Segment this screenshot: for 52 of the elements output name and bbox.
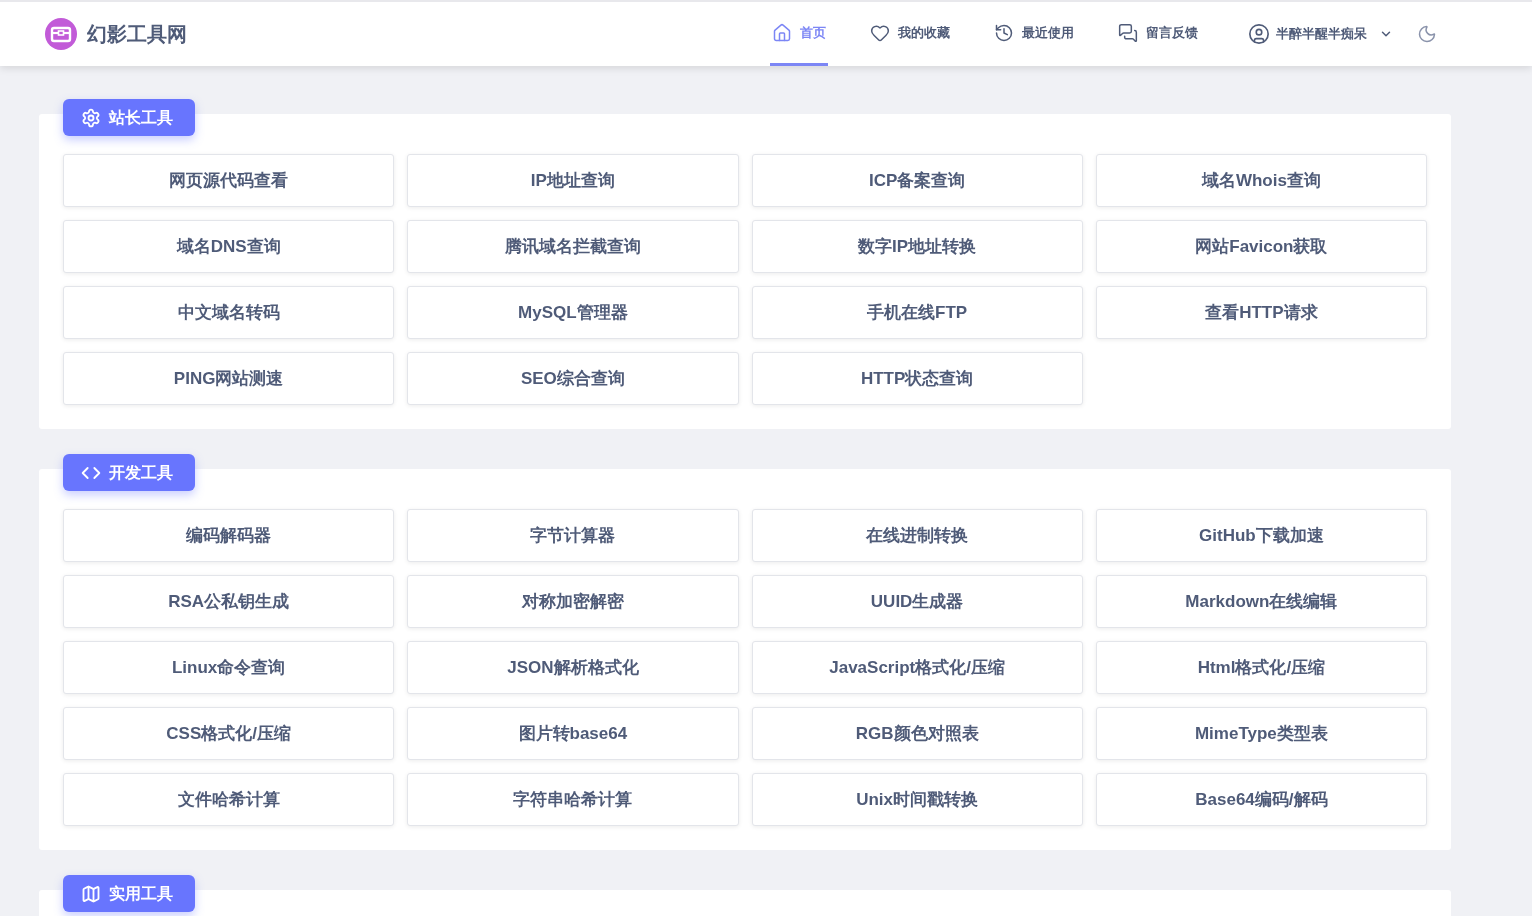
tool-button[interactable]: GitHub下载加速 (1095, 509, 1427, 562)
tool-button[interactable]: MimeType类型表 (1095, 707, 1427, 760)
user-icon (1248, 23, 1270, 45)
tool-button[interactable]: 编码解码器 (63, 509, 395, 562)
tool-button[interactable]: 查看HTTP请求 (1095, 286, 1427, 339)
tool-button[interactable]: RGB颜色对照表 (751, 707, 1083, 760)
tool-button[interactable]: 字符串哈希计算 (407, 773, 739, 826)
tool-button[interactable]: Linux命令查询 (63, 641, 395, 694)
tool-button[interactable]: RSA公私钥生成 (63, 575, 395, 628)
site-title[interactable]: 幻影工具网 (87, 19, 187, 49)
history-icon (994, 22, 1014, 43)
tool-button[interactable]: 在线进制转换 (751, 509, 1083, 562)
tool-button[interactable]: ICP备案查询 (751, 154, 1083, 207)
tool-button[interactable]: IP地址查询 (407, 154, 739, 207)
tool-button[interactable]: 网站Favicon获取 (1095, 220, 1427, 273)
nav-link[interactable]: 我的收藏 (868, 2, 952, 66)
heart-icon (870, 22, 890, 43)
nav-link[interactable]: 最近使用 (992, 2, 1076, 66)
tool-button[interactable]: SEO综合查询 (407, 352, 739, 405)
tool-button[interactable]: JavaScript格式化/压缩 (751, 641, 1083, 694)
tool-button[interactable]: 域名DNS查询 (63, 220, 395, 273)
section-badge: 实用工具 (63, 875, 195, 912)
tool-button[interactable]: 腾讯域名拦截查询 (407, 220, 739, 273)
tool-button[interactable]: Markdown在线编辑 (1095, 575, 1427, 628)
tool-button[interactable]: Unix时间戳转换 (751, 773, 1083, 826)
user-menu[interactable]: 半醉半醒半痴呆 (1248, 23, 1393, 45)
chat-icon (1118, 22, 1138, 43)
map-icon (81, 883, 101, 904)
tool-button[interactable]: 图片转base64 (407, 707, 739, 760)
tool-button[interactable]: 文件哈希计算 (63, 773, 395, 826)
theme-toggle[interactable] (1417, 24, 1437, 44)
tool-button[interactable]: 中文域名转码 (63, 286, 395, 339)
tool-button[interactable]: UUID生成器 (751, 575, 1083, 628)
tool-button[interactable]: CSS格式化/压缩 (63, 707, 395, 760)
nav-link[interactable]: 留言反馈 (1116, 2, 1200, 66)
tool-button[interactable]: Html格式化/压缩 (1095, 641, 1427, 694)
tool-button[interactable]: JSON解析格式化 (407, 641, 739, 694)
tool-button[interactable]: 网页源代码查看 (63, 154, 395, 207)
section-badge: 开发工具 (63, 454, 195, 491)
home-icon (772, 22, 792, 43)
toolbox-logo-icon[interactable] (45, 18, 77, 50)
tool-button[interactable]: 字节计算器 (407, 509, 739, 562)
tool-button[interactable]: 对称加密解密 (407, 575, 739, 628)
tool-button[interactable]: 数字IP地址转换 (751, 220, 1083, 273)
tool-button[interactable]: MySQL管理器 (407, 286, 739, 339)
section-badge: 站长工具 (63, 99, 195, 136)
tool-button[interactable]: HTTP状态查询 (751, 352, 1083, 405)
tool-button[interactable]: PING网站测速 (63, 352, 395, 405)
gear-icon (81, 107, 101, 128)
tool-button[interactable]: Base64编码/解码 (1095, 773, 1427, 826)
tool-button[interactable]: 域名Whois查询 (1095, 154, 1427, 207)
tool-button[interactable]: 手机在线FTP (751, 286, 1083, 339)
